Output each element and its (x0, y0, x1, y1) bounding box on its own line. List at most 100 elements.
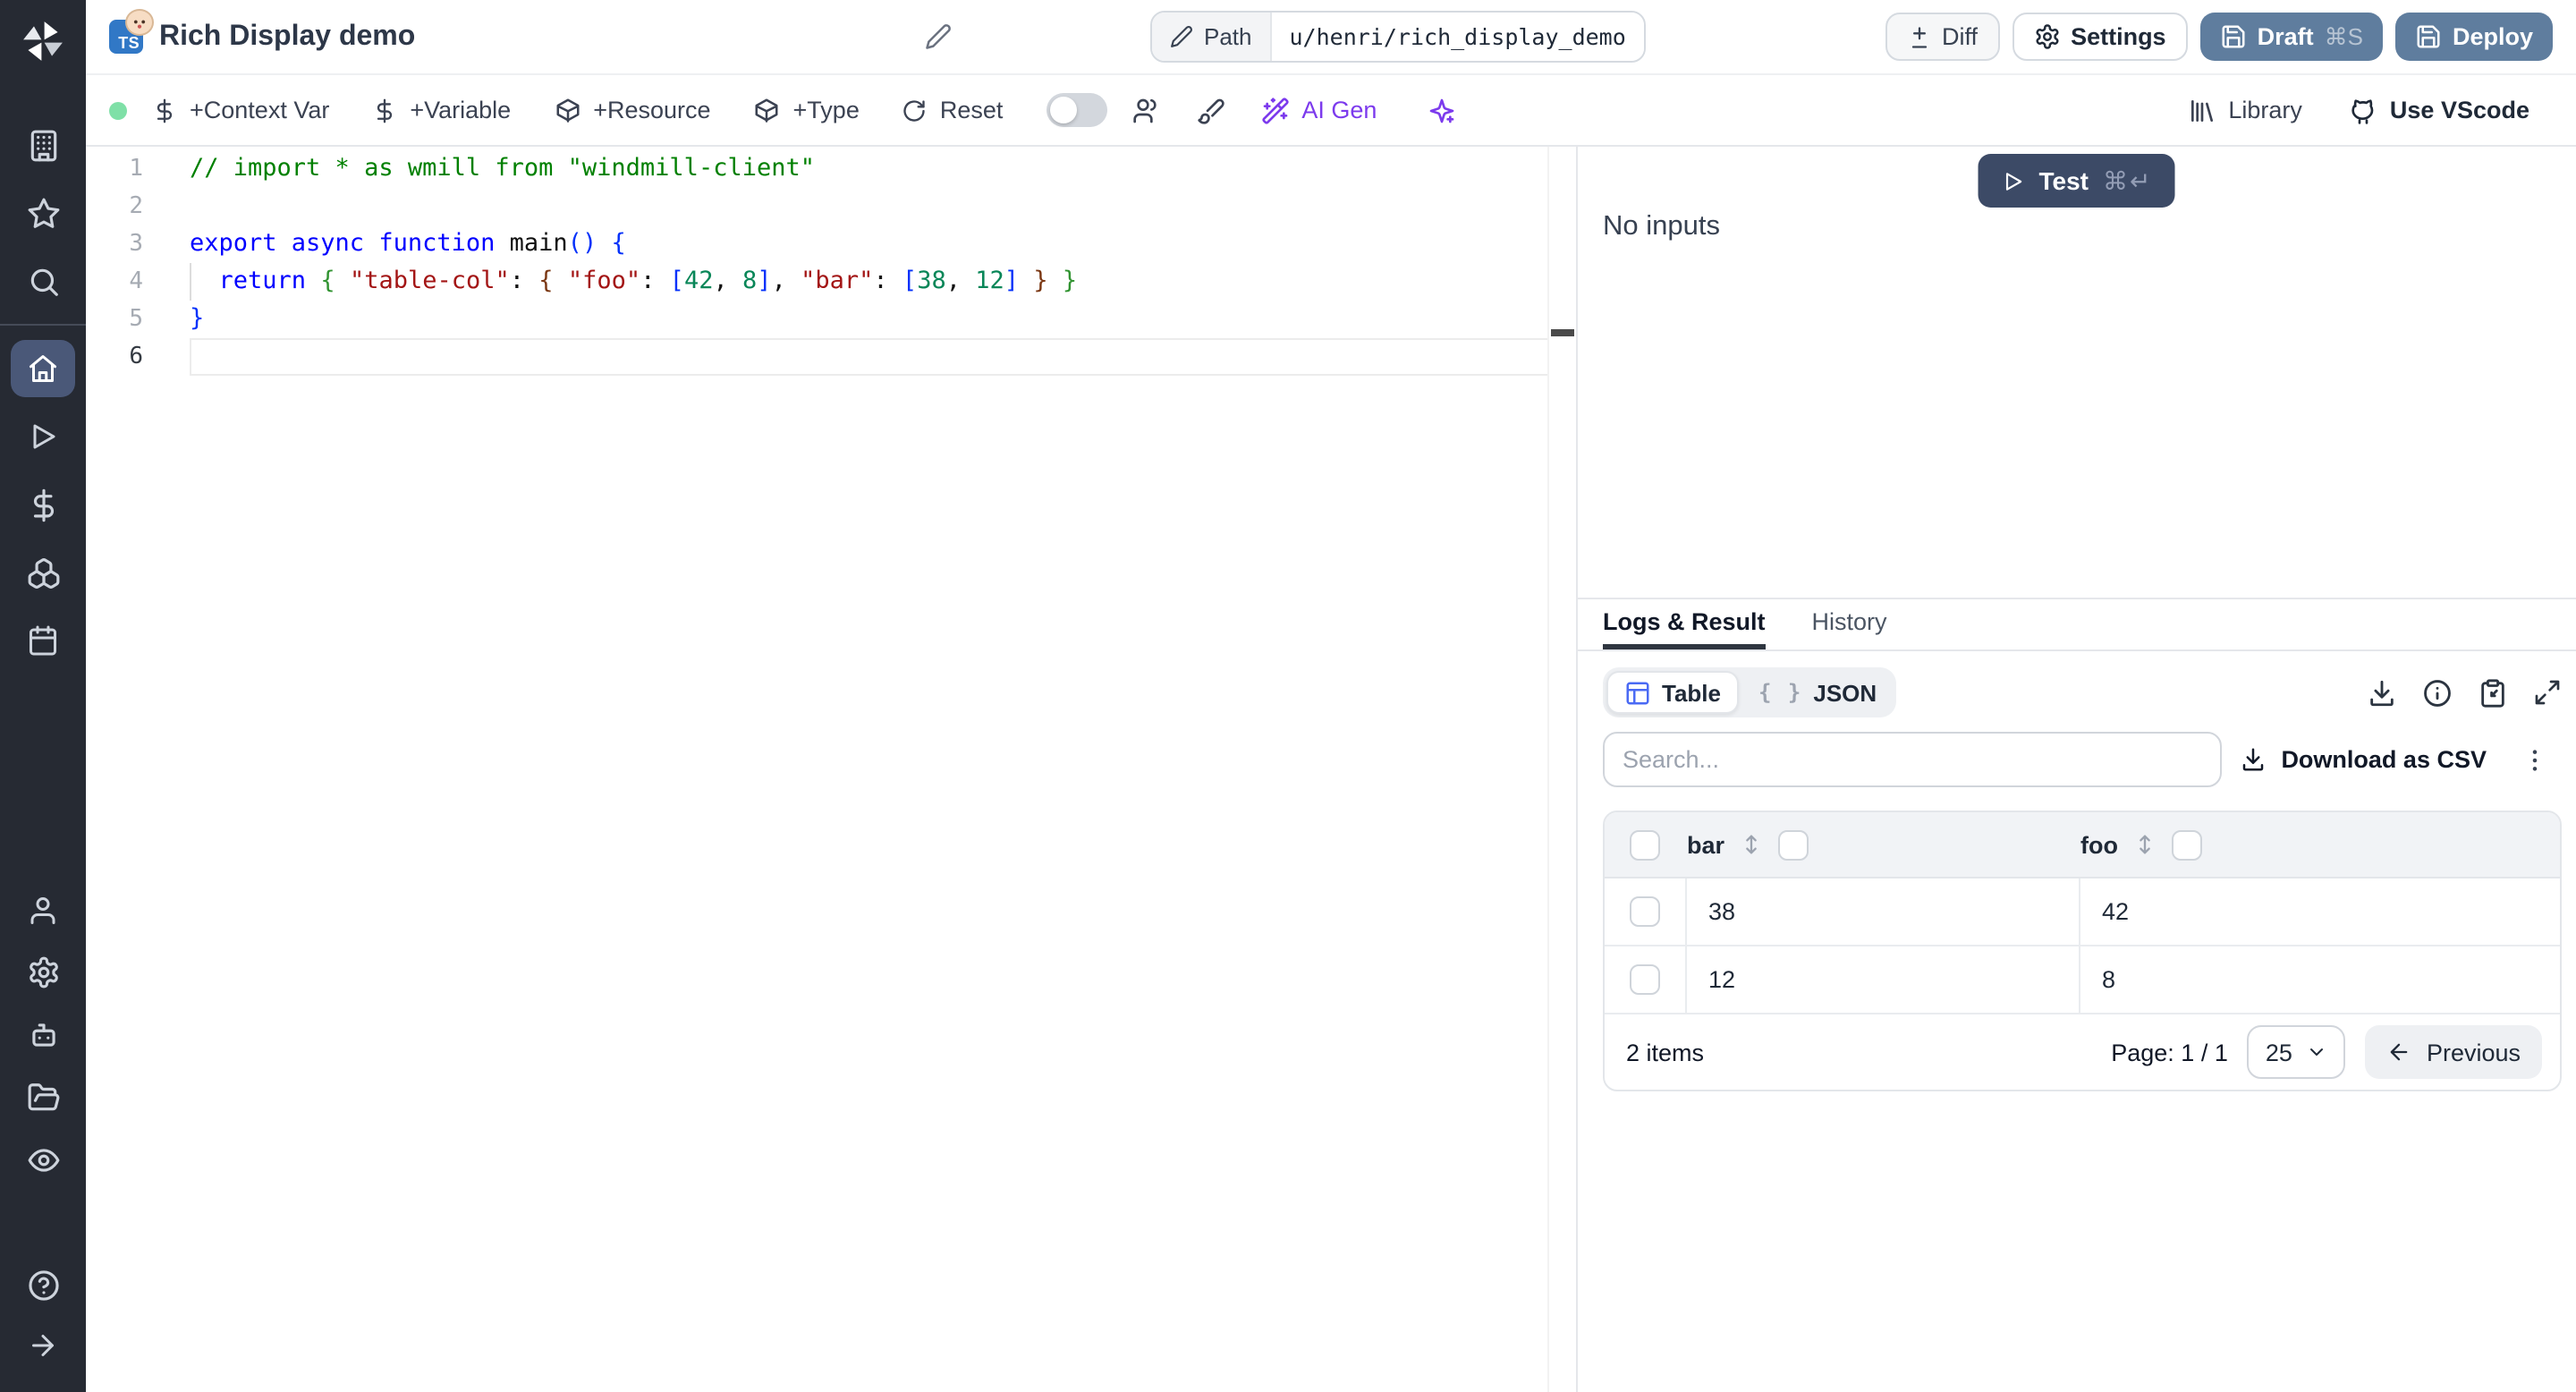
editor-toolbar: +Context Var +Variable +Resource +Type R… (86, 75, 2576, 147)
calendar-icon (27, 624, 59, 657)
line-number: 2 (129, 193, 143, 220)
draft-shortcut: ⌘S (2324, 22, 2363, 49)
sidebar-item-runs[interactable] (0, 403, 86, 471)
row-checkbox[interactable] (1630, 896, 1660, 927)
dollar-icon (26, 488, 60, 522)
results-section: Logs & Result History Table { } JSON Sea… (1578, 598, 2576, 1392)
code-line[interactable]: 1// import * as wmill from "windmill-cli… (86, 150, 1549, 188)
sidebar-item-settings[interactable] (0, 941, 86, 1004)
expand-button[interactable] (2533, 678, 2562, 707)
editor-overview-ruler[interactable] (1547, 147, 1576, 1392)
arrow-right-icon (27, 1328, 59, 1361)
draft-button[interactable]: Draft ⌘S (2199, 13, 2383, 61)
cell-foo: 8 (2079, 946, 2560, 1013)
view-table-button[interactable]: Table (1606, 671, 1739, 714)
page-size-select[interactable]: 25 (2247, 1025, 2346, 1079)
column-header-foo: foo (2080, 831, 2118, 858)
sidebar-item-workers[interactable] (0, 1004, 86, 1066)
settings-button[interactable]: Settings (2012, 13, 2188, 61)
sidebar-item-users[interactable] (0, 878, 86, 941)
info-button[interactable] (2422, 677, 2453, 708)
more-options-button[interactable] (2521, 745, 2549, 774)
column-bar-checkbox[interactable] (1778, 829, 1809, 860)
use-vscode-button[interactable]: Use VScode (2349, 96, 2529, 124)
tab-history[interactable]: History (1812, 599, 1887, 649)
select-all-checkbox[interactable] (1630, 829, 1660, 860)
folder-open-icon (26, 1081, 60, 1115)
sidebar-item-home[interactable] (0, 335, 86, 403)
cell-bar: 12 (1685, 946, 2079, 1013)
sidebar-item-help[interactable] (0, 1256, 86, 1315)
diff-label: Diff (1942, 23, 1979, 50)
sidebar-collapse-toggle[interactable] (0, 1315, 86, 1374)
copy-to-clipboard-button[interactable] (2478, 677, 2508, 708)
tab-logs-result[interactable]: Logs & Result (1603, 599, 1766, 649)
sidebar-item-favorites[interactable] (0, 179, 86, 247)
column-foo-checkbox[interactable] (2172, 829, 2202, 860)
users-icon (1131, 96, 1160, 124)
sidebar-item-variables[interactable] (0, 471, 86, 539)
table-row[interactable]: 38 42 (1605, 878, 2560, 946)
add-resource-button[interactable]: +Resource (554, 97, 711, 123)
items-count: 2 items (1626, 1039, 1705, 1065)
add-resource-label: +Resource (593, 97, 711, 123)
arrow-left-icon (2387, 1040, 2412, 1065)
code-line[interactable]: 4 return { "table-col": { "foo": [42, 8]… (86, 263, 1549, 301)
download-csv-button[interactable]: Download as CSV (2240, 746, 2487, 773)
sidebar-item-folders[interactable] (0, 1066, 86, 1129)
view-json-button[interactable]: { } JSON (1742, 673, 1893, 712)
add-type-button[interactable]: +Type (754, 97, 860, 123)
diff-mode-toggle[interactable] (1046, 93, 1107, 127)
sidebar-item-search[interactable] (0, 247, 86, 315)
path-label-segment: Path (1152, 13, 1272, 61)
windmill-logo-icon[interactable] (18, 11, 68, 72)
sort-icon[interactable] (1739, 832, 1764, 857)
gear-icon (2033, 23, 2060, 50)
line-number: 6 (129, 344, 143, 370)
dollar-icon (372, 98, 397, 123)
library-button[interactable]: Library (2187, 96, 2302, 124)
format-button[interactable] (1196, 96, 1224, 124)
view-json-label: JSON (1813, 679, 1877, 706)
view-mode-segmented-control: Table { } JSON (1603, 667, 1897, 717)
view-table-label: Table (1662, 679, 1721, 706)
sidebar-divider (0, 324, 86, 326)
building-icon (26, 128, 60, 162)
play-icon (27, 420, 59, 453)
column-header-bar: bar (1687, 831, 1725, 858)
previous-page-button[interactable]: Previous (2365, 1025, 2542, 1079)
braces-icon: { } (1758, 680, 1803, 705)
code-line[interactable]: 5} (86, 301, 1549, 338)
test-button[interactable]: Test ⌘↵ (1978, 154, 2176, 208)
add-context-var-button[interactable]: +Context Var (152, 97, 329, 123)
deploy-button[interactable]: Deploy (2394, 13, 2553, 61)
code-line[interactable]: 2 (86, 188, 1549, 225)
reset-button[interactable]: Reset (902, 97, 1004, 123)
home-icon (11, 340, 75, 397)
path-button[interactable]: Path u/henri/rich_display_demo (1150, 11, 1646, 63)
sidebar-item-audit[interactable] (0, 1129, 86, 1192)
edit-title-button[interactable] (925, 23, 952, 50)
search-input[interactable] (1603, 732, 2222, 787)
table-footer: 2 items Page: 1 / 1 25 Previous (1605, 1014, 2560, 1090)
path-label: Path (1204, 23, 1252, 50)
add-variable-button[interactable]: +Variable (372, 97, 511, 123)
code-line[interactable]: 3 export async function main() { (86, 225, 1549, 263)
download-icon (2240, 746, 2267, 773)
reset-label: Reset (939, 97, 1004, 123)
row-checkbox[interactable] (1630, 964, 1660, 995)
ai-gen-button[interactable]: AI Gen (1260, 96, 1377, 124)
search-icon (26, 264, 60, 298)
sidebar-item-resources[interactable] (0, 539, 86, 607)
code-editor[interactable]: 1// import * as wmill from "windmill-cli… (86, 147, 1576, 1392)
sort-icon[interactable] (2132, 832, 2157, 857)
diff-button[interactable]: Diff (1885, 13, 2000, 61)
download-result-button[interactable] (2367, 677, 2397, 708)
code-line[interactable]: 6 (86, 338, 1549, 376)
collaborators-button[interactable] (1131, 96, 1160, 124)
chevron-down-icon (2307, 1041, 2328, 1063)
sidebar-item-schedules[interactable] (0, 607, 86, 675)
table-row[interactable]: 12 8 (1605, 946, 2560, 1014)
sidebar-item-workspace[interactable] (0, 111, 86, 179)
ai-sparkles-button[interactable] (1427, 96, 1455, 124)
